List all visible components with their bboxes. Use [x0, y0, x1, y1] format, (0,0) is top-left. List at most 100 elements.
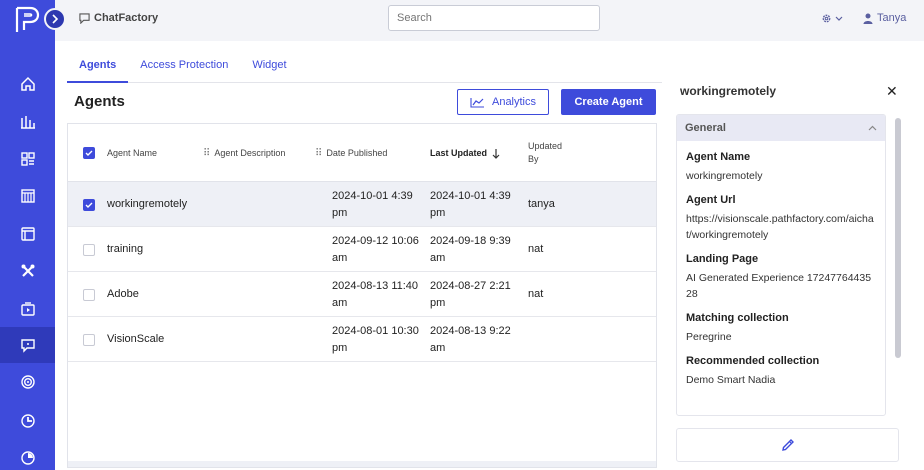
detail-field: Agent Name workingremotely — [677, 151, 885, 184]
updated-by-cell: tanya — [528, 198, 555, 210]
general-section-label: General — [685, 122, 726, 134]
general-section-header[interactable]: General — [677, 115, 885, 141]
field-value: workingremotely — [686, 170, 763, 182]
last-updated-cell: 2024-09-18 9:39 am — [430, 234, 511, 264]
gear-icon — [822, 14, 831, 23]
col-last-updated-label: Last Updated — [430, 148, 488, 158]
detail-field: Matching collection Peregrine — [677, 312, 885, 345]
date-published-cell: 2024-09-12 10:06 am — [332, 234, 419, 264]
field-value: Peregrine — [686, 331, 732, 343]
table-row[interactable]: training 2024-09-12 10:06 am 2024-09-18 … — [68, 227, 656, 272]
col-agent-description-label: Agent Description — [214, 148, 286, 158]
nav-analytics[interactable] — [0, 104, 55, 140]
agents-table: Agent Name ⠿ Agent Description ⠿ Date Pu… — [67, 123, 657, 468]
col-agent-name[interactable]: Agent Name — [107, 124, 157, 182]
line-chart-icon — [470, 97, 484, 108]
nav-campaign[interactable] — [0, 403, 55, 439]
last-updated-cell: 2024-08-27 2:21 pm — [430, 279, 511, 309]
app-name: ChatFactory — [94, 12, 159, 24]
video-icon — [20, 302, 35, 316]
select-all-checkbox[interactable] — [83, 147, 95, 159]
settings-menu[interactable] — [821, 13, 843, 24]
col-last-updated[interactable]: Last Updated — [430, 124, 500, 182]
app-brand: ChatFactory — [79, 12, 158, 24]
row-select-cell — [83, 317, 95, 362]
table-row[interactable]: VisionScale 2024-08-01 10:30 pm 2024-08-… — [68, 317, 656, 362]
sidebar — [0, 0, 55, 470]
sidebar-expand-button[interactable] — [44, 8, 66, 30]
general-card: General Agent Name workingremotely Agent… — [676, 114, 886, 416]
tab-bar: Agents Access Protection Widget — [67, 55, 662, 83]
campaign-icon — [20, 414, 35, 428]
row-checkbox[interactable] — [83, 333, 95, 346]
table-header: Agent Name ⠿ Agent Description ⠿ Date Pu… — [68, 124, 656, 182]
nav-page[interactable] — [0, 216, 55, 252]
drag-handle-icon[interactable]: ⠿ — [315, 148, 322, 159]
row-select-cell — [83, 227, 95, 272]
row-checkbox[interactable] — [83, 198, 95, 211]
user-menu[interactable]: Tanya — [863, 12, 906, 24]
table-body: workingremotely 2024-10-01 4:39 pm 2024-… — [68, 182, 656, 362]
col-agent-description[interactable]: ⠿ Agent Description — [203, 124, 285, 182]
agent-name-cell[interactable]: Adobe — [107, 272, 139, 317]
nav-video[interactable] — [0, 291, 55, 327]
search-input[interactable] — [388, 5, 600, 31]
field-label: Landing Page — [686, 253, 759, 265]
table-row[interactable]: workingremotely 2024-10-01 4:39 pm 2024-… — [68, 182, 656, 227]
detail-field: Recommended collection Demo Smart Nadia — [677, 355, 885, 388]
row-select-cell — [83, 182, 95, 227]
pencil-icon — [781, 439, 794, 451]
settings-icon — [20, 451, 35, 465]
nav-target[interactable] — [0, 364, 55, 400]
tab-agents[interactable]: Agents — [67, 55, 129, 83]
nav-tools[interactable] — [0, 253, 55, 289]
page-title: Agents — [74, 93, 125, 110]
field-label: Matching collection — [686, 312, 789, 324]
create-agent-button[interactable]: Create Agent — [561, 89, 656, 115]
logo-icon — [15, 6, 40, 32]
agent-name-cell[interactable]: training — [107, 227, 143, 272]
tools-icon — [21, 264, 34, 277]
analytics-button[interactable]: Analytics — [457, 89, 549, 115]
nav-chat[interactable] — [0, 327, 55, 363]
analytics-label: Analytics — [491, 96, 537, 108]
agent-name-cell[interactable]: workingremotely — [107, 182, 187, 227]
field-label: Recommended collection — [686, 355, 820, 367]
row-checkbox[interactable] — [83, 288, 95, 301]
row-checkbox[interactable] — [83, 243, 95, 256]
analytics-icon — [20, 116, 35, 129]
table-row[interactable]: Adobe 2024-08-13 11:40 am 2024-08-27 2:2… — [68, 272, 656, 317]
detail-field: Agent Url https://visionscale.pathfactor… — [677, 194, 885, 243]
tab-widget[interactable]: Widget — [240, 55, 298, 83]
field-value: AI Generated Experience 1724776443528 — [686, 272, 872, 300]
user-icon — [863, 13, 873, 24]
col-date-published-label: Date Published — [326, 148, 388, 158]
topbar: ChatFactory Tanya — [55, 0, 924, 41]
check-icon — [85, 202, 93, 208]
check-icon — [85, 150, 93, 156]
edit-button[interactable] — [676, 428, 899, 462]
last-updated-cell: 2024-08-13 9:22 am — [430, 324, 511, 354]
main-panel: Agents Access Protection Widget Agents A… — [55, 41, 924, 470]
nav-dashboard[interactable] — [0, 141, 55, 177]
col-updated-by[interactable]: Updated By — [528, 124, 570, 182]
nav-library[interactable] — [0, 178, 55, 214]
table-footer — [68, 461, 656, 467]
nav-home[interactable] — [0, 66, 55, 102]
tab-access-protection[interactable]: Access Protection — [128, 55, 240, 83]
nav-settings[interactable] — [0, 440, 55, 470]
user-name: Tanya — [877, 12, 907, 24]
detail-title: workingremotely — [680, 84, 777, 98]
updated-by-cell: nat — [528, 243, 544, 255]
col-date-published[interactable]: ⠿ Date Published — [315, 124, 387, 182]
date-published-cell: 2024-08-01 10:30 pm — [332, 324, 419, 354]
library-icon — [20, 189, 35, 203]
field-label: Agent Url — [686, 194, 736, 206]
agent-name-cell[interactable]: VisionScale — [107, 317, 164, 362]
drag-handle-icon[interactable]: ⠿ — [203, 148, 210, 159]
updated-by-cell: nat — [528, 288, 544, 300]
target-icon — [20, 375, 35, 389]
row-select-cell — [83, 272, 95, 317]
close-icon[interactable]: ✕ — [886, 83, 898, 100]
detail-scrollbar[interactable] — [895, 118, 901, 358]
